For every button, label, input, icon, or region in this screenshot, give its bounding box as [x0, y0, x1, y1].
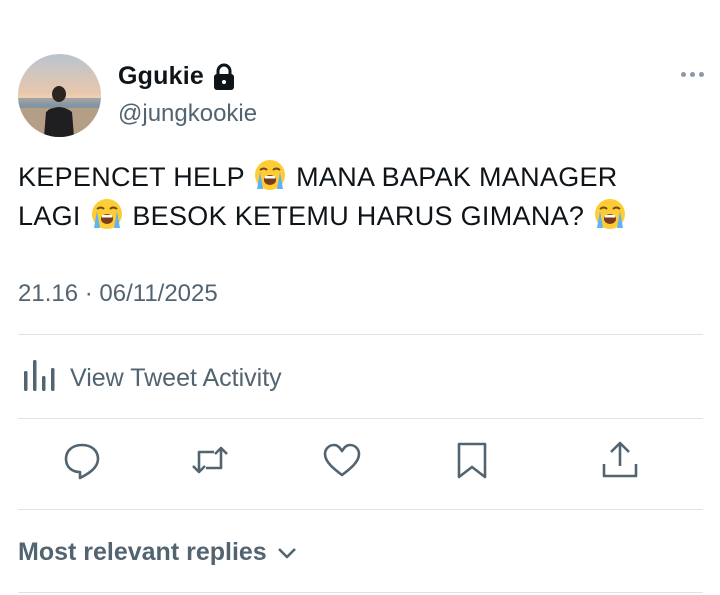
- share-icon[interactable]: [600, 440, 640, 480]
- avatar[interactable]: [18, 54, 101, 137]
- divider: [18, 418, 703, 419]
- replies-sort-dropdown[interactable]: Most relevant replies: [18, 538, 297, 567]
- divider: [18, 334, 703, 335]
- replies-sort-label: Most relevant replies: [18, 538, 267, 566]
- lock-icon: [212, 63, 236, 91]
- chevron-down-icon: [277, 538, 297, 567]
- analytics-icon: [22, 358, 56, 399]
- view-tweet-activity-link[interactable]: View Tweet Activity: [22, 358, 282, 399]
- display-name[interactable]: Ggukie: [118, 62, 204, 91]
- tweet-text-segment: MANA BAPAK MANAGER: [296, 162, 618, 192]
- crying-emoji-icon: [254, 159, 286, 191]
- tweet-timestamp[interactable]: 21.16 · 06/11/2025: [18, 280, 218, 308]
- more-options-icon[interactable]: [681, 72, 704, 77]
- divider: [18, 592, 703, 593]
- view-tweet-activity-label: View Tweet Activity: [70, 364, 282, 392]
- tweet-text-segment: LAGI: [18, 201, 81, 231]
- crying-emoji-icon: [594, 198, 626, 230]
- tweet-text-segment: KEPENCET HELP: [18, 162, 245, 192]
- like-icon[interactable]: [322, 440, 362, 480]
- tweet-text: KEPENCET HELP MANA BAPAK MANAGER LAGI BE…: [18, 158, 708, 236]
- crying-emoji-icon: [91, 198, 123, 230]
- author-name-row: Ggukie: [118, 62, 236, 91]
- bookmark-icon[interactable]: [452, 440, 492, 480]
- handle[interactable]: @jungkookie: [118, 100, 257, 128]
- retweet-icon[interactable]: [190, 440, 230, 480]
- tweet-text-segment: BESOK KETEMU HARUS GIMANA?: [132, 201, 585, 231]
- tweet-action-bar: [0, 440, 720, 490]
- reply-icon[interactable]: [62, 440, 102, 480]
- divider: [18, 509, 703, 510]
